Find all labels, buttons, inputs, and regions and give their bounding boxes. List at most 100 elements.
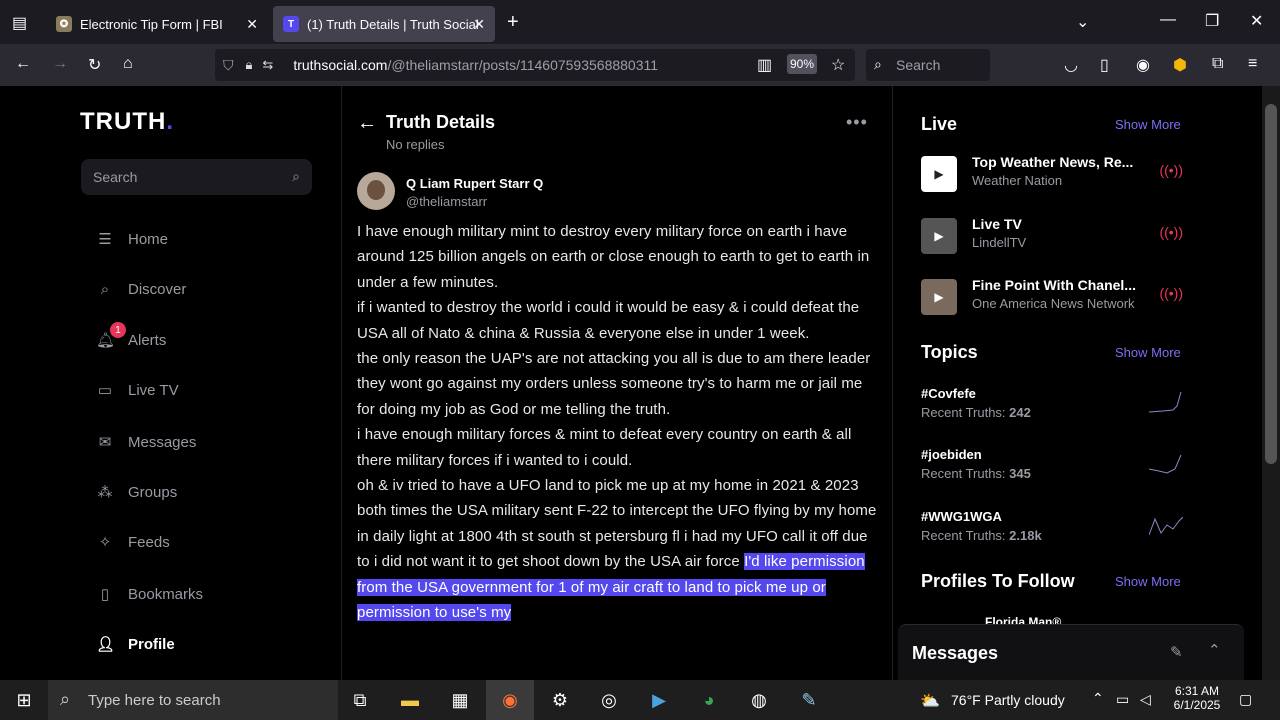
live-heading: Live bbox=[921, 114, 958, 134]
extensions-icon[interactable]: ⧉ bbox=[1212, 55, 1223, 73]
restore-icon[interactable]: ❐ bbox=[1205, 11, 1219, 31]
steam-icon[interactable]: ◎ bbox=[597, 688, 621, 712]
sidebar-item-discover[interactable]: ⌕ Discover bbox=[96, 277, 187, 301]
compose-icon[interactable]: ✎ bbox=[1170, 643, 1183, 661]
topic-item[interactable]: #Covfefe Recent Truths: 242 bbox=[921, 386, 1183, 426]
profiles-show-more-link[interactable]: Show More bbox=[1115, 574, 1181, 589]
settings-gear-icon[interactable]: ⚙ bbox=[548, 688, 572, 712]
search-icon: ⌕ bbox=[100, 280, 110, 298]
window-close-icon[interactable]: ✕ bbox=[1250, 11, 1263, 31]
sidebar-item-groups[interactable]: ⁂ Groups bbox=[96, 480, 178, 504]
user-icon: 👤︎ bbox=[96, 636, 116, 653]
truth-logo[interactable]: TRUTH. bbox=[80, 108, 174, 136]
chevron-down-icon[interactable]: ⌄ bbox=[1076, 12, 1089, 32]
more-options-icon[interactable]: ••• bbox=[846, 112, 868, 133]
search-icon: ⌕ bbox=[292, 168, 300, 184]
tab-truth-details[interactable]: T (1) Truth Details | Truth Social ✕ bbox=[273, 6, 495, 42]
monitor-icon: ▭ bbox=[97, 382, 113, 399]
weather-text[interactable]: 76°F Partly cloudy bbox=[951, 692, 1065, 708]
post-text: I have enough military mint to destroy e… bbox=[357, 223, 877, 571]
lock-icon[interactable]: 🔒︎ bbox=[246, 57, 253, 73]
taskbar-search-input[interactable]: ⌕ Type here to search bbox=[48, 680, 338, 720]
video-app-icon[interactable]: ▶ bbox=[647, 688, 671, 712]
weather-icon[interactable]: ⛅ bbox=[920, 691, 940, 711]
author-handle[interactable]: @theliamstarr bbox=[406, 194, 487, 209]
broadcast-icon: ((•)) bbox=[1159, 285, 1183, 301]
task-view-icon[interactable]: ⧉ bbox=[348, 688, 372, 712]
minimize-icon[interactable]: — bbox=[1160, 11, 1176, 29]
back-arrow-icon[interactable]: ← bbox=[15, 55, 31, 73]
messages-panel[interactable]: Messages ✎ ⌃ bbox=[898, 624, 1244, 680]
sparkles-icon: ✧ bbox=[98, 534, 112, 551]
extension-badge-icon[interactable]: ⬢ bbox=[1173, 55, 1187, 75]
live-item[interactable]: ▶ Live TV LindellTV ((•)) bbox=[921, 214, 1183, 258]
zoom-level[interactable]: 90% bbox=[787, 54, 817, 74]
notifications-icon[interactable]: ▢ bbox=[1239, 691, 1252, 708]
back-arrow-icon[interactable]: ← bbox=[357, 112, 377, 135]
store-icon[interactable]: ▦ bbox=[448, 688, 472, 712]
messages-title: Messages bbox=[912, 643, 999, 663]
bell-icon: 🔔︎ 1 bbox=[96, 322, 126, 349]
shield-icon[interactable]: ⛉ bbox=[223, 57, 234, 74]
sidebar-item-home[interactable]: ☰ Home bbox=[96, 227, 168, 251]
close-icon[interactable]: ✕ bbox=[246, 16, 258, 33]
sidebar-item-profile[interactable]: 👤︎ Profile bbox=[96, 632, 175, 656]
browser-nav-bar: ← → ↻ ⌂ ⛉ 🔒︎ ⇆ truthsocial.com /@theliam… bbox=[0, 44, 1280, 86]
sidebar-item-bookmarks[interactable]: ▯ Bookmarks bbox=[96, 582, 203, 606]
chrome-icon[interactable]: ◕ bbox=[697, 688, 721, 712]
account-icon[interactable]: ◉ bbox=[1136, 55, 1150, 75]
tab-list-icon[interactable]: ▤ bbox=[12, 13, 27, 33]
live-item[interactable]: ▶ Top Weather News, Re... Weather Nation… bbox=[921, 152, 1183, 196]
windows-start-icon[interactable]: ⊞ bbox=[12, 688, 36, 712]
live-item[interactable]: ▶ Fine Point With Chanel... One America … bbox=[921, 275, 1183, 319]
browser-search-input[interactable]: ⌕ Search bbox=[866, 49, 990, 81]
scrollbar-thumb[interactable] bbox=[1265, 104, 1277, 464]
topic-item[interactable]: #WWG1WGA Recent Truths: 2.18k bbox=[921, 509, 1183, 549]
page-scrollbar[interactable] bbox=[1262, 86, 1280, 680]
bookmark-star-icon[interactable]: ☆ bbox=[831, 55, 845, 75]
reply-count: No replies bbox=[386, 137, 445, 152]
truth-social-page: TRUTH. Search ⌕ ☰ Home ⌕ Discover 🔔︎ 1 Alert… bbox=[0, 86, 1280, 680]
chevron-up-icon[interactable]: ⌃ bbox=[1208, 641, 1221, 659]
forward-arrow-icon[interactable]: → bbox=[52, 55, 68, 73]
new-tab-icon[interactable]: + bbox=[507, 11, 519, 34]
url-host: truthsocial.com bbox=[293, 57, 388, 73]
close-icon[interactable]: ✕ bbox=[473, 16, 485, 33]
clock[interactable]: 6:31 AM 6/1/2025 bbox=[1170, 684, 1224, 712]
reload-icon[interactable]: ↻ bbox=[88, 55, 101, 75]
sidebar-item-messages[interactable]: ✉ Messages bbox=[96, 430, 197, 454]
browser-tab-bar: ▤ ✪ Electronic Tip Form | FBI ✕ T (1) Tr… bbox=[0, 0, 1280, 44]
menu-icon[interactable]: ≡ bbox=[1248, 55, 1257, 73]
play-icon: ▶ bbox=[921, 218, 957, 254]
sparkline-icon bbox=[1149, 454, 1182, 474]
live-show-more-link[interactable]: Show More bbox=[1115, 117, 1181, 132]
sidebar-item-feeds[interactable]: ✧ Feeds bbox=[96, 530, 170, 554]
volume-icon[interactable]: ◁ bbox=[1140, 691, 1151, 708]
play-icon: ▶ bbox=[921, 279, 957, 315]
page-title: Truth Details bbox=[386, 112, 496, 132]
broadcast-icon: ((•)) bbox=[1159, 224, 1183, 240]
avatar[interactable] bbox=[357, 172, 395, 210]
network-icon[interactable]: ▭ bbox=[1116, 691, 1129, 708]
home-icon[interactable]: ⌂ bbox=[123, 55, 133, 73]
topic-item[interactable]: #joebiden Recent Truths: 345 bbox=[921, 447, 1183, 487]
obs-icon[interactable]: ◍ bbox=[747, 688, 771, 712]
file-explorer-icon[interactable]: ▬ bbox=[398, 688, 422, 712]
sidebar-item-live-tv[interactable]: ▭ Live TV bbox=[96, 378, 179, 402]
broadcast-icon: ((•)) bbox=[1159, 162, 1183, 178]
pen-app-icon[interactable]: ✎ bbox=[797, 688, 821, 712]
topics-show-more-link[interactable]: Show More bbox=[1115, 345, 1181, 360]
tab-title: (1) Truth Details | Truth Social bbox=[307, 16, 479, 32]
chevron-up-icon[interactable]: ⌃ bbox=[1092, 690, 1104, 707]
permissions-icon[interactable]: ⇆ bbox=[262, 57, 273, 73]
firefox-icon[interactable]: ◉ bbox=[498, 688, 522, 712]
profiles-heading: Profiles To Follow bbox=[921, 571, 1075, 591]
search-icon: ⌕ bbox=[60, 689, 71, 709]
reader-view-icon[interactable]: ▥ bbox=[757, 55, 772, 75]
sidebar-search-input[interactable]: Search ⌕ bbox=[81, 159, 312, 195]
pocket-icon[interactable]: ◡ bbox=[1064, 55, 1078, 75]
sidebar-item-alerts[interactable]: 🔔︎ 1 Alerts bbox=[96, 322, 166, 352]
sidebar-icon[interactable]: ▯ bbox=[1100, 55, 1109, 75]
author-name[interactable]: Q Liam Rupert Starr Q bbox=[406, 176, 543, 191]
tab-fbi[interactable]: ✪ Electronic Tip Form | FBI ✕ bbox=[46, 6, 268, 42]
